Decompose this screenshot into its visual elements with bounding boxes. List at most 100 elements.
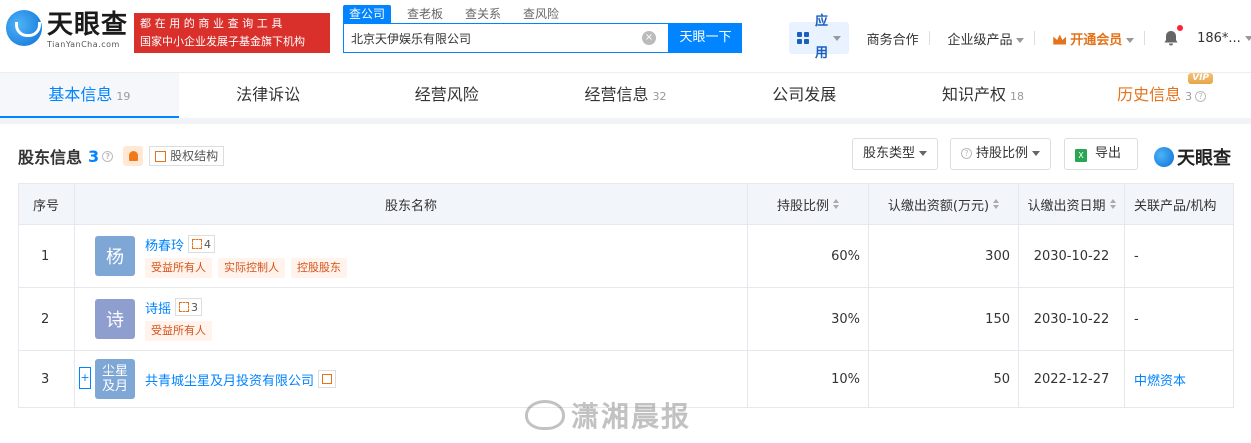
filter-type-label: 股东类型 — [863, 146, 916, 161]
date-cell: 2030-10-22 — [1019, 288, 1125, 350]
bell-icon[interactable] — [1163, 25, 1184, 46]
col-related: 关联产品/机构 — [1134, 198, 1217, 214]
slogan-line1: 都在用的商业查询工具 — [140, 17, 286, 30]
col-name: 股东名称 — [75, 184, 748, 224]
grid-icon — [797, 32, 809, 44]
brand-watermark: 天眼查 — [1154, 144, 1231, 170]
tab-operation[interactable]: 经营信息 32 — [536, 73, 715, 118]
nav-enterprise[interactable]: 企业级产品 — [947, 29, 1025, 48]
help-icon[interactable]: ? — [1195, 91, 1207, 102]
tab-ip[interactable]: 知识产权 18 — [894, 73, 1073, 118]
chevron-down-icon — [919, 151, 928, 156]
col-date-label: 认缴出资日期 — [1027, 198, 1106, 214]
filter-ratio-label: 持股比例 — [976, 146, 1029, 161]
col-index: 序号 — [19, 184, 75, 224]
chevron-down-icon — [1016, 37, 1025, 43]
logo-eye-icon — [1154, 147, 1174, 167]
tab-development[interactable]: 公司发展 — [715, 73, 894, 118]
col-date[interactable]: 认缴出资日期 — [1019, 184, 1125, 224]
search-tab-relation[interactable]: 查关系 — [465, 5, 501, 23]
structure-icon — [155, 150, 167, 162]
col-amount-label: 认缴出资额(万元) — [887, 198, 990, 214]
tab-history[interactable]: 历史信息 3? VIP — [1072, 73, 1251, 118]
logo-name: 天眼查 — [47, 10, 129, 40]
nav-vip[interactable]: 开通会员 — [1053, 29, 1135, 48]
col-ratio[interactable]: 持股比例 — [748, 184, 869, 224]
shareholder-name[interactable]: 诗摇 — [145, 298, 171, 317]
user-menu[interactable]: 186*... — [1197, 31, 1251, 46]
clear-icon[interactable]: × — [642, 31, 656, 45]
logo-eye-icon — [6, 10, 42, 46]
section-title: 股东信息 — [18, 148, 83, 167]
nav-enterprise-label: 企业级产品 — [947, 32, 1013, 48]
brand-name: 天眼查 — [1177, 148, 1231, 169]
nav-divider — [1144, 31, 1146, 45]
ratio-filter[interactable]: ? 持股比例 — [950, 138, 1052, 170]
shareholder-name[interactable]: 杨春玲 — [145, 235, 184, 254]
shareholder-name[interactable]: 共青城尘星及月投资有限公司 — [145, 370, 314, 389]
tab-count: 3 — [1185, 90, 1193, 103]
date-cell: 2030-10-22 — [1019, 225, 1125, 287]
structure-icon — [322, 374, 333, 384]
section-count: 3 — [88, 146, 100, 166]
user-phone: 186*... — [1197, 30, 1241, 46]
app-menu-label: 应用 — [815, 14, 829, 61]
top-nav: 应用 商务合作 企业级产品 开通会员 186*... — [789, 14, 1251, 61]
monitor-bell-icon[interactable] — [123, 146, 144, 166]
help-icon[interactable]: ? — [102, 150, 114, 162]
tab-risk[interactable]: 经营风险 — [357, 73, 536, 118]
weibo-watermark: 潇湘晨报 — [525, 395, 691, 435]
tab-label: 基本信息 — [48, 85, 113, 104]
tag: 受益所有人 — [145, 320, 212, 341]
nav-vip-label: 开通会员 — [1070, 32, 1123, 48]
amount-cell: 150 — [869, 288, 1019, 350]
related-cell: - — [1134, 248, 1139, 264]
avatar: 尘星 及月 — [95, 359, 135, 399]
structure-badge[interactable] — [318, 370, 337, 388]
ratio-cell: 10% — [748, 351, 869, 407]
search-type-tabs: 查公司 查老板 查关系 查风险 — [343, 5, 581, 23]
search-input[interactable] — [351, 31, 642, 45]
slogan-line2: 国家中小企业发展子基金旗下机构 — [140, 35, 305, 48]
tab-legal[interactable]: 法律诉讼 — [179, 73, 358, 118]
nav-business[interactable]: 商务合作 — [867, 29, 919, 48]
nav-divider — [928, 31, 930, 45]
tab-label: 知识产权 — [941, 85, 1006, 104]
notification-dot — [1177, 25, 1184, 31]
slogan-banner: 都在用的商业查询工具 国家中小企业发展子基金旗下机构 — [134, 13, 330, 53]
search-tab-risk[interactable]: 查风险 — [523, 5, 559, 23]
row-index: 1 — [19, 225, 75, 287]
shareholder-table: 序号 股东名称 持股比例 认缴出资额(万元) 认缴出资日期 关联产品/机构 1 … — [18, 183, 1234, 408]
shareholder-type-filter[interactable]: 股东类型 — [852, 138, 939, 170]
vip-badge: VIP — [1188, 73, 1214, 84]
relation-icon — [192, 239, 203, 249]
help-icon: ? — [961, 148, 972, 159]
related-link[interactable]: 中燃资本 — [1125, 351, 1233, 407]
tab-basic-info[interactable]: 基本信息 19 — [0, 73, 179, 118]
col-ratio-label: 持股比例 — [776, 198, 829, 214]
tab-count: 32 — [652, 90, 667, 103]
expand-button[interactable]: + — [79, 367, 91, 389]
col-amount[interactable]: 认缴出资额(万元) — [869, 184, 1019, 224]
row-index: 2 — [19, 288, 75, 350]
search-button[interactable]: 天眼一下 — [669, 23, 742, 53]
table-row: 2 诗 诗摇 3 受益所有人 30% 150 2030-10-22 - — [19, 287, 1233, 350]
sort-icon — [833, 199, 839, 209]
logo[interactable]: 天眼查 TianYanCha.com — [6, 10, 128, 49]
section-header: 股东信息 3 ? 股权结构 — [18, 144, 225, 168]
export-label: 导出 — [1095, 146, 1122, 161]
export-button[interactable]: X 导出 — [1064, 138, 1138, 170]
relation-badge[interactable]: 3 — [175, 298, 203, 316]
avatar: 杨 — [95, 236, 135, 276]
relation-badge[interactable]: 4 — [188, 235, 216, 253]
search-tab-company[interactable]: 查公司 — [343, 5, 392, 23]
ratio-cell: 30% — [748, 288, 869, 350]
search-tab-boss[interactable]: 查老板 — [407, 5, 443, 23]
tab-count: 18 — [1009, 90, 1024, 103]
tag-list: 受益所有人 — [145, 320, 218, 341]
row-index: 3 — [19, 351, 75, 407]
equity-structure-button[interactable]: 股权结构 — [149, 146, 225, 166]
app-menu-button[interactable]: 应用 — [789, 14, 849, 61]
amount-cell: 300 — [869, 225, 1019, 287]
logo-domain: TianYanCha.com — [47, 40, 120, 49]
